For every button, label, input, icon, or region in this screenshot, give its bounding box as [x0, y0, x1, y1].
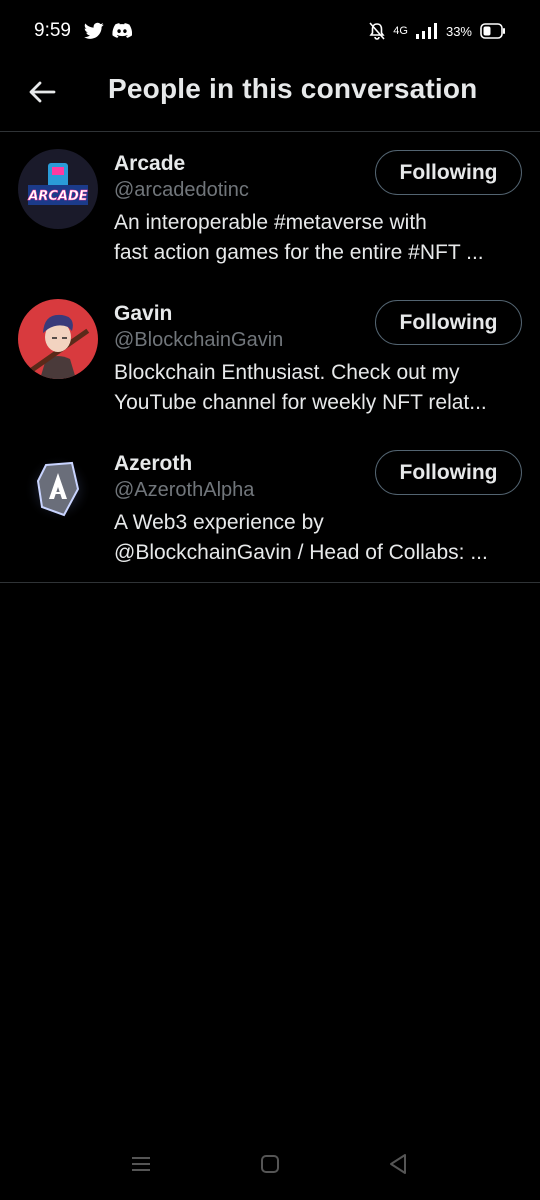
- system-nav-bar: [0, 1130, 540, 1200]
- following-button[interactable]: Following: [375, 450, 522, 495]
- user-bio: A Web3 experience by @BlockchainGavin / …: [114, 508, 518, 568]
- bio-line-1: Blockchain Enthusiast. Check out my: [114, 361, 460, 384]
- bio-line-1: A Web3 experience by: [114, 511, 324, 534]
- back-arrow-icon: [28, 80, 56, 109]
- signal-icon: [415, 23, 438, 39]
- home-button[interactable]: [256, 1152, 284, 1180]
- avatar[interactable]: ARCADE: [18, 149, 98, 229]
- user-list: ARCADE Arcade @arcadedotinc An interoper…: [0, 132, 540, 583]
- user-row-arcade[interactable]: ARCADE Arcade @arcadedotinc An interoper…: [0, 132, 540, 282]
- user-row-gavin[interactable]: Gavin @BlockchainGavin Blockchain Enthus…: [0, 282, 540, 432]
- status-bar: 9:59 4G 33%: [0, 0, 540, 64]
- recents-icon: [130, 1155, 152, 1178]
- user-row-azeroth[interactable]: Azeroth @AzerothAlpha A Web3 experience …: [0, 432, 540, 582]
- back-icon: [388, 1153, 408, 1180]
- battery-icon: [480, 23, 506, 39]
- following-button[interactable]: Following: [375, 150, 522, 195]
- user-bio: Blockchain Enthusiast. Check out my YouT…: [114, 358, 518, 418]
- mute-icon: [369, 22, 385, 40]
- home-icon: [260, 1154, 280, 1179]
- avatar[interactable]: [18, 449, 98, 529]
- bio-line-1: An interoperable #metaverse with: [114, 211, 427, 234]
- header: People in this conversation: [0, 64, 540, 132]
- nav-back-button[interactable]: [384, 1152, 412, 1180]
- following-button[interactable]: Following: [375, 300, 522, 345]
- discord-icon: [112, 22, 133, 45]
- page-title: People in this conversation: [108, 73, 478, 104]
- bio-line-2: @BlockchainGavin / Head of Collabs: ...: [114, 541, 488, 564]
- status-right-icons: 4G 33%: [369, 22, 506, 40]
- status-left-icons: [84, 22, 133, 45]
- back-button[interactable]: [22, 74, 62, 114]
- bio-line-2: YouTube channel for weekly NFT relat...: [114, 391, 487, 414]
- network-type: 4G: [393, 25, 408, 37]
- user-bio: An interoperable #metaverse with fast ac…: [114, 208, 518, 268]
- status-time: 9:59: [34, 20, 71, 41]
- avatar[interactable]: [18, 299, 98, 379]
- recents-button[interactable]: [127, 1152, 155, 1180]
- twitter-icon: [84, 22, 104, 45]
- bio-line-2: fast action games for the entire #NFT ..…: [114, 241, 484, 264]
- arcade-logo-text: ARCADE: [27, 189, 87, 204]
- battery-text: 33%: [445, 23, 472, 39]
